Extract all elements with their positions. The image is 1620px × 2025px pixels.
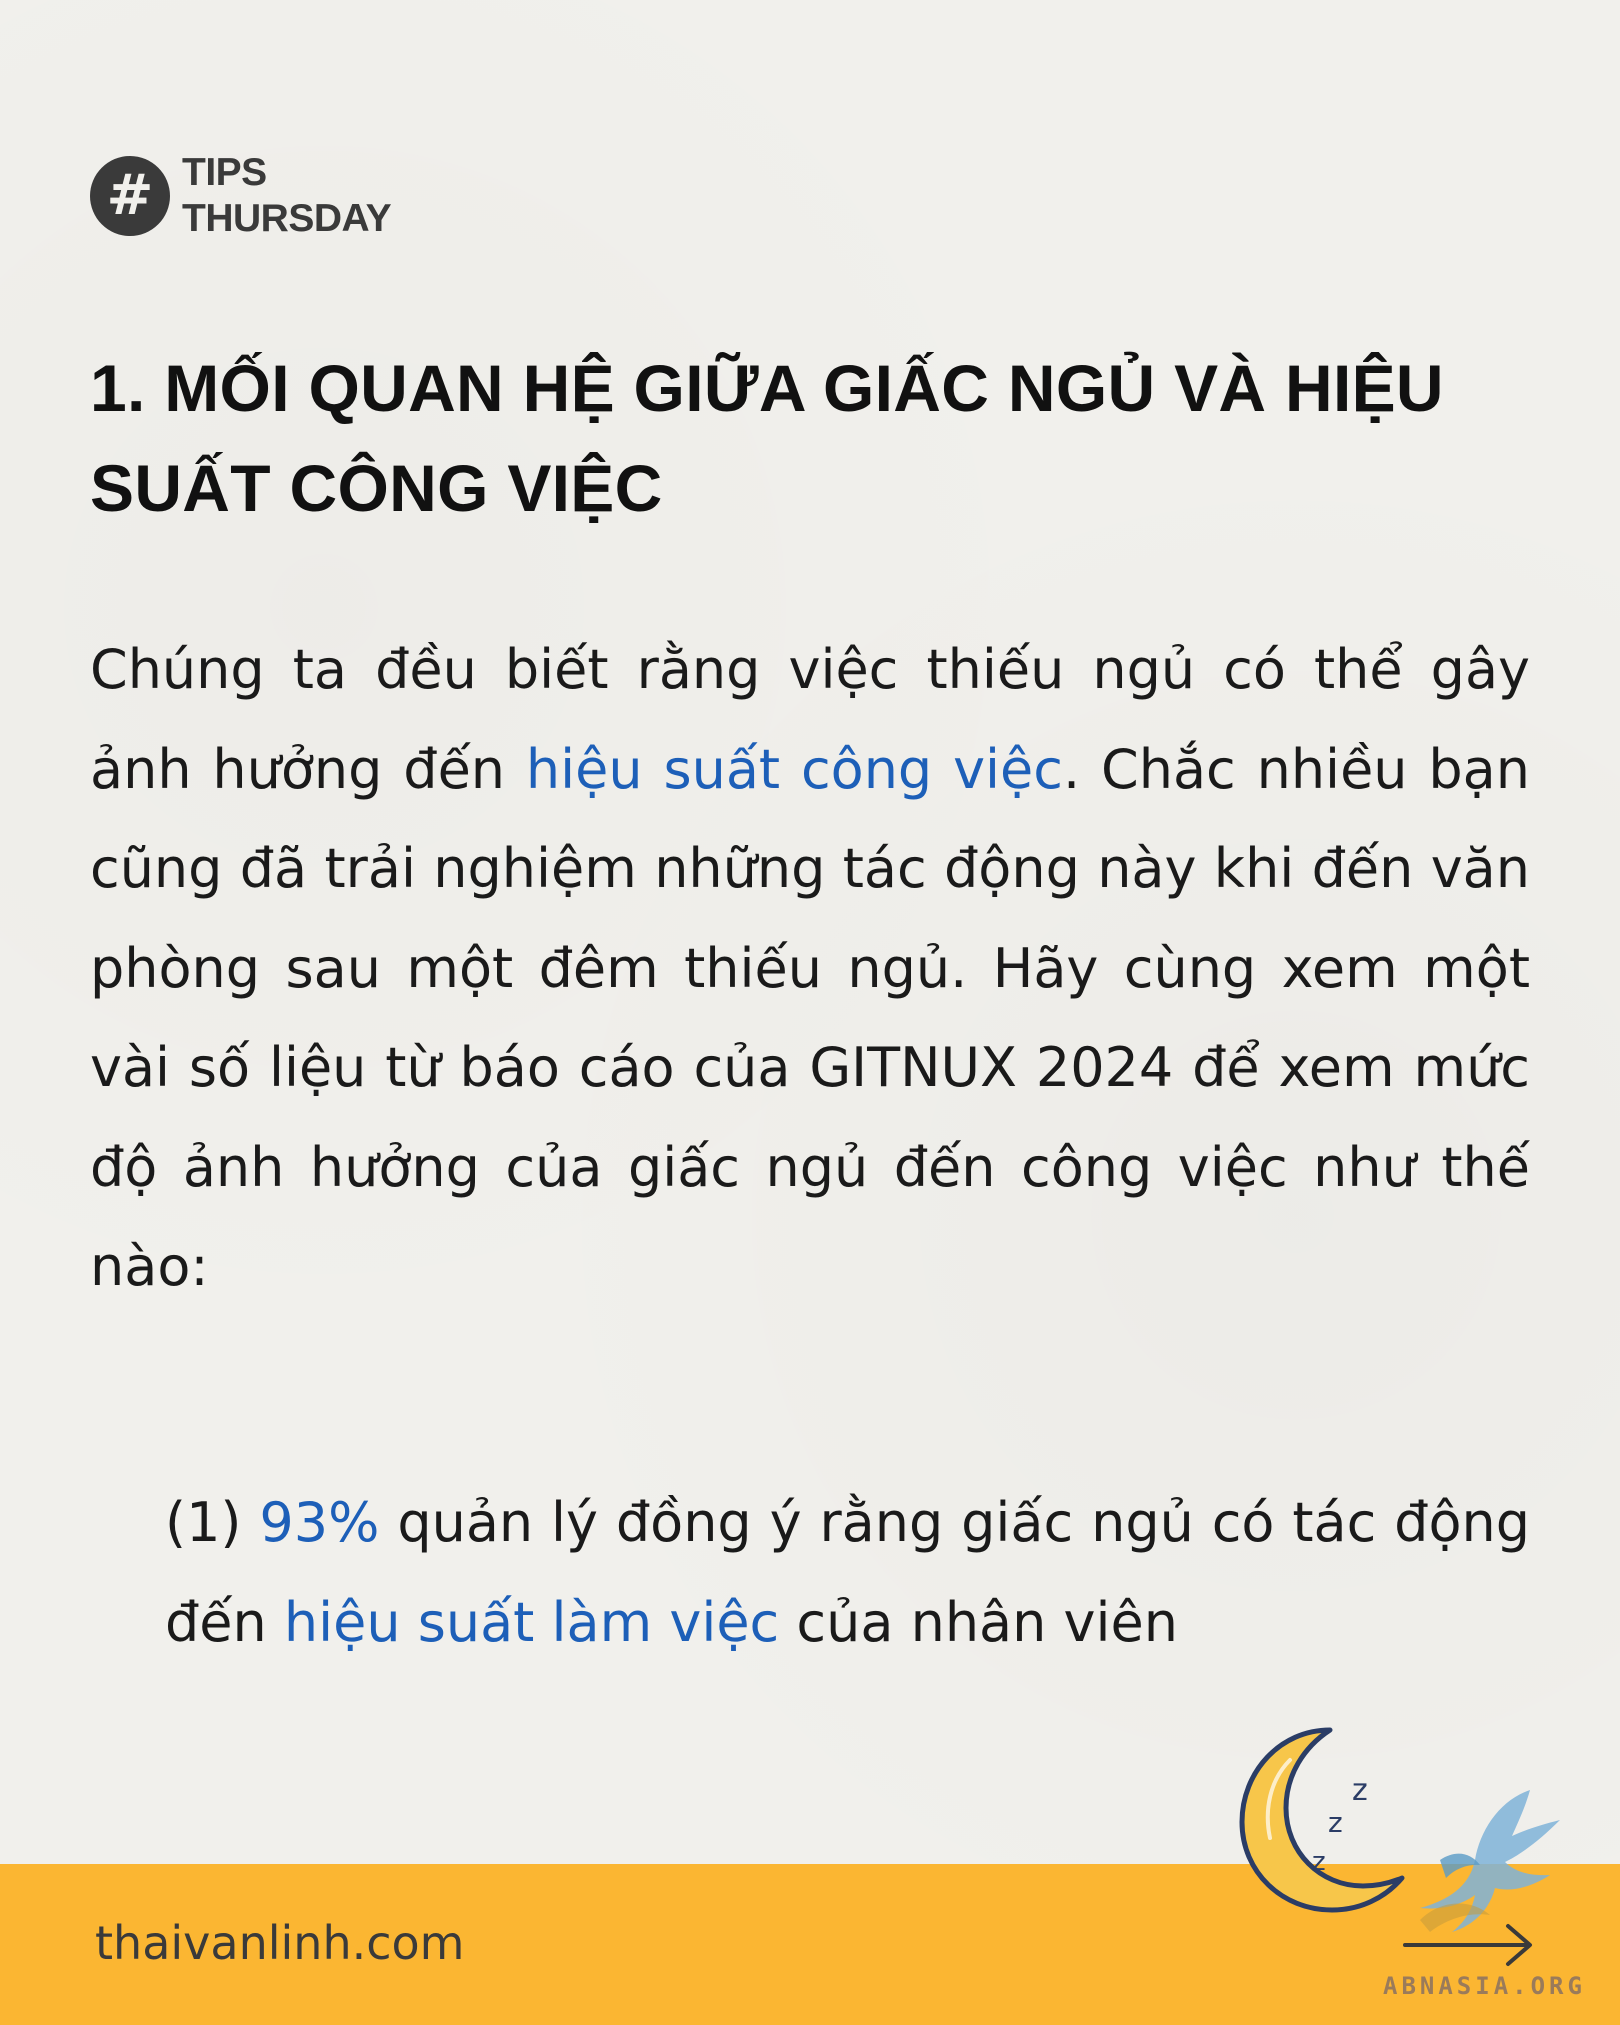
list-item-text-end: của nhân viên (779, 1590, 1178, 1654)
hash-symbol: # (106, 163, 154, 228)
list-item-number: (1) (165, 1491, 260, 1554)
body-paragraph: Chúng ta đều biết rằng việc thiếu ngủ có… (90, 620, 1530, 1317)
list-item: (1) 93% quản lý đồng ý rằng giấc ngủ có … (165, 1473, 1530, 1672)
sleeping-moon-icon: z z z (1239, 1727, 1405, 1913)
watermark-text: ABNASIA.ORG (1383, 1972, 1586, 2000)
badge-line-2: THURSDAY (182, 197, 392, 240)
list-item-stat: 93% (259, 1491, 380, 1554)
arrow-right-icon[interactable] (1400, 1920, 1540, 1970)
body-text-after: . Chắc nhiều bạn cũng đã trải nghiệm nhữ… (90, 737, 1530, 1299)
zzz-large: z (1352, 1773, 1368, 1808)
body-highlight: hiệu suất công việc (525, 737, 1063, 801)
zzz-small: z (1312, 1847, 1326, 1877)
hash-icon: # (90, 156, 170, 236)
section-heading: 1. MỐI QUAN HỆ GIỮA GIẤC NGỦ VÀ HIỆU SUẤ… (90, 351, 1444, 525)
badge-label: TIPS THURSDAY (182, 150, 392, 242)
footer-url[interactable]: thaivanlinh.com (95, 1920, 464, 1966)
tips-thursday-badge: # TIPS THURSDAY (90, 150, 392, 242)
list-item-highlight: hiệu suất làm việc (283, 1590, 780, 1654)
zzz-medium: z (1328, 1806, 1343, 1839)
badge-line-1: TIPS (182, 151, 267, 194)
